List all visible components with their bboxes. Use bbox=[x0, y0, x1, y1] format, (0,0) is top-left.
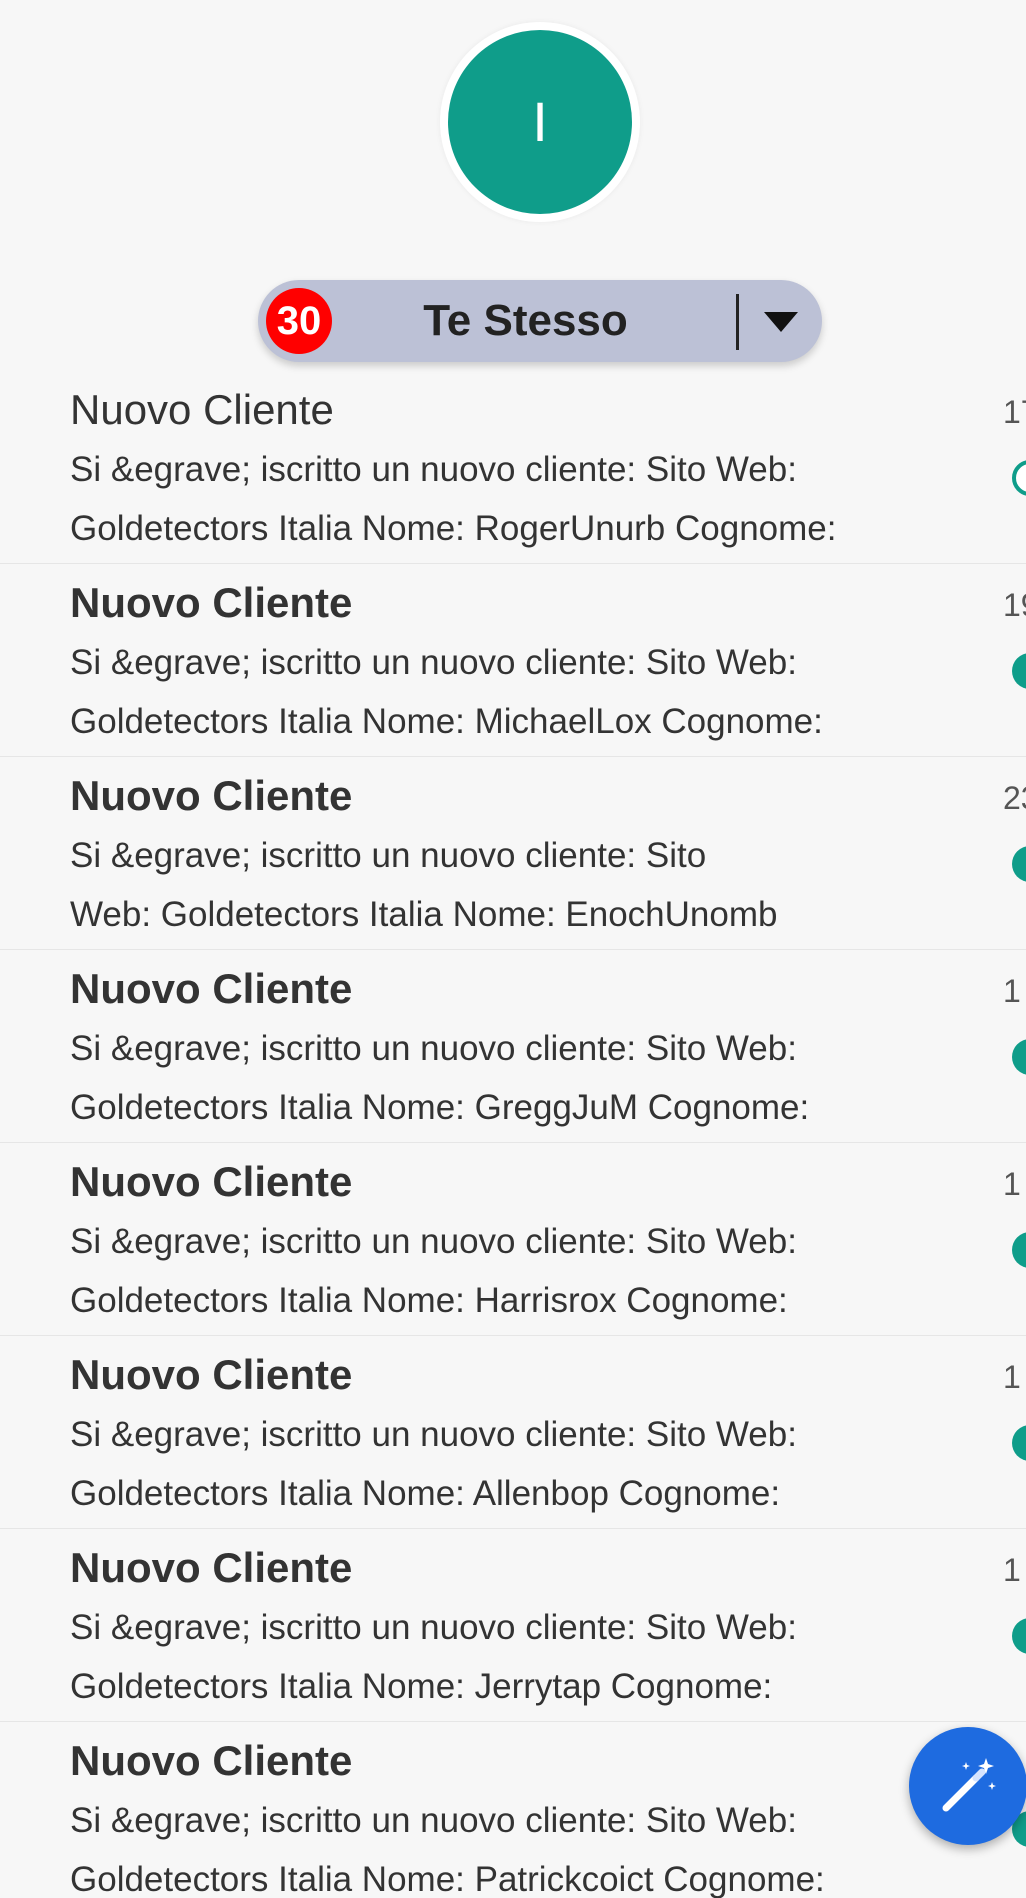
unread-status-icon bbox=[1012, 846, 1026, 882]
message-preview: Si &egrave; iscritto un nuovo cliente: S… bbox=[70, 826, 950, 944]
message-title: Nuovo Cliente bbox=[70, 1158, 353, 1205]
selector-divider bbox=[736, 294, 739, 350]
list-item[interactable]: Nuovo Cliente 17 Si &egrave; iscritto un… bbox=[0, 370, 1026, 564]
message-date: 19 bbox=[1003, 587, 1026, 623]
message-preview-line: Goldetectors Italia Nome: RogerUnurb Cog… bbox=[70, 509, 837, 548]
unread-status-icon bbox=[1012, 1039, 1026, 1075]
message-title: Nuovo Cliente bbox=[70, 965, 353, 1012]
message-preview-line: Goldetectors Italia Nome: Patrickcoict C… bbox=[70, 1860, 825, 1898]
avatar[interactable]: I bbox=[448, 30, 632, 214]
list-item[interactable]: Nuovo Cliente 23 Si &egrave; iscritto un… bbox=[0, 756, 1026, 950]
message-preview-line: Goldetectors Italia Nome: Allenbop Cogno… bbox=[70, 1474, 781, 1513]
account-selector[interactable]: 30 Te Stesso bbox=[258, 280, 822, 362]
list-item[interactable]: Nuovo Cliente 1 Si &egrave; iscritto un … bbox=[0, 1335, 1026, 1529]
unread-status-icon bbox=[1012, 653, 1026, 689]
message-date: 1 bbox=[1003, 1166, 1021, 1202]
message-preview-line: Si &egrave; iscritto un nuovo cliente: S… bbox=[70, 450, 797, 489]
unread-status-icon bbox=[1012, 1425, 1026, 1461]
message-preview-line: Si &egrave; iscritto un nuovo cliente: S… bbox=[70, 836, 707, 875]
message-title: Nuovo Cliente bbox=[70, 579, 353, 626]
message-preview-line: Si &egrave; iscritto un nuovo cliente: S… bbox=[70, 643, 797, 682]
message-preview: Si &egrave; iscritto un nuovo cliente: S… bbox=[70, 1405, 950, 1523]
message-preview: Si &egrave; iscritto un nuovo cliente: S… bbox=[70, 1598, 950, 1716]
list-item[interactable]: Nuovo Cliente 1 Si &egrave; iscritto un … bbox=[0, 949, 1026, 1143]
message-preview: Si &egrave; iscritto un nuovo cliente: S… bbox=[70, 440, 950, 558]
message-preview-line: Goldetectors Italia Nome: MichaelLox Cog… bbox=[70, 702, 823, 741]
message-title: Nuovo Cliente bbox=[70, 1351, 353, 1398]
chevron-down-icon[interactable] bbox=[764, 312, 798, 332]
message-list[interactable]: Nuovo Cliente 17 Si &egrave; iscritto un… bbox=[0, 370, 1026, 1898]
profile-avatar-frame: I bbox=[440, 22, 640, 222]
message-date: 17 bbox=[1003, 394, 1026, 430]
list-item[interactable]: Nuovo Cliente 19 Si &egrave; iscritto un… bbox=[0, 563, 1026, 757]
message-preview-line: Si &egrave; iscritto un nuovo cliente: S… bbox=[70, 1801, 797, 1840]
magic-wand-icon bbox=[942, 1758, 996, 1812]
unread-count-badge: 30 bbox=[266, 288, 332, 354]
list-item[interactable]: Nuovo Cliente 1 Si &egrave; iscritto un … bbox=[0, 1721, 1026, 1898]
message-title: Nuovo Cliente bbox=[70, 1544, 353, 1591]
message-title: Nuovo Cliente bbox=[70, 386, 334, 433]
compose-button[interactable] bbox=[909, 1727, 1026, 1845]
message-date: 23 bbox=[1003, 780, 1026, 816]
message-preview-line: Goldetectors Italia Nome: GreggJuM Cogno… bbox=[70, 1088, 810, 1127]
message-preview: Si &egrave; iscritto un nuovo cliente: S… bbox=[70, 633, 950, 751]
unread-status-icon bbox=[1012, 1232, 1026, 1268]
message-preview: Si &egrave; iscritto un nuovo cliente: S… bbox=[70, 1019, 950, 1137]
account-selector-label: Te Stesso bbox=[423, 296, 628, 345]
message-date: 1 bbox=[1003, 1359, 1021, 1395]
list-item[interactable]: Nuovo Cliente 1 Si &egrave; iscritto un … bbox=[0, 1528, 1026, 1722]
message-preview: Si &egrave; iscritto un nuovo cliente: S… bbox=[70, 1212, 950, 1330]
list-item[interactable]: Nuovo Cliente 1 Si &egrave; iscritto un … bbox=[0, 1142, 1026, 1336]
message-title: Nuovo Cliente bbox=[70, 772, 353, 819]
unread-status-icon bbox=[1012, 1618, 1026, 1654]
message-preview-line: Goldetectors Italia Nome: Harrisrox Cogn… bbox=[70, 1281, 788, 1320]
message-preview-line: Si &egrave; iscritto un nuovo cliente: S… bbox=[70, 1415, 797, 1454]
message-preview-line: Goldetectors Italia Nome: Jerrytap Cogno… bbox=[70, 1667, 773, 1706]
read-status-icon bbox=[1012, 460, 1026, 496]
message-preview-line: Si &egrave; iscritto un nuovo cliente: S… bbox=[70, 1029, 797, 1068]
message-date: 1 bbox=[1003, 973, 1021, 1009]
message-preview-line: Si &egrave; iscritto un nuovo cliente: S… bbox=[70, 1222, 797, 1261]
message-date: 1 bbox=[1003, 1552, 1021, 1588]
message-preview-line: Si &egrave; iscritto un nuovo cliente: S… bbox=[70, 1608, 797, 1647]
message-preview: Si &egrave; iscritto un nuovo cliente: S… bbox=[70, 1791, 950, 1898]
message-title: Nuovo Cliente bbox=[70, 1737, 353, 1784]
message-preview-line: Web: Goldetectors Italia Nome: EnochUnom… bbox=[70, 895, 778, 934]
